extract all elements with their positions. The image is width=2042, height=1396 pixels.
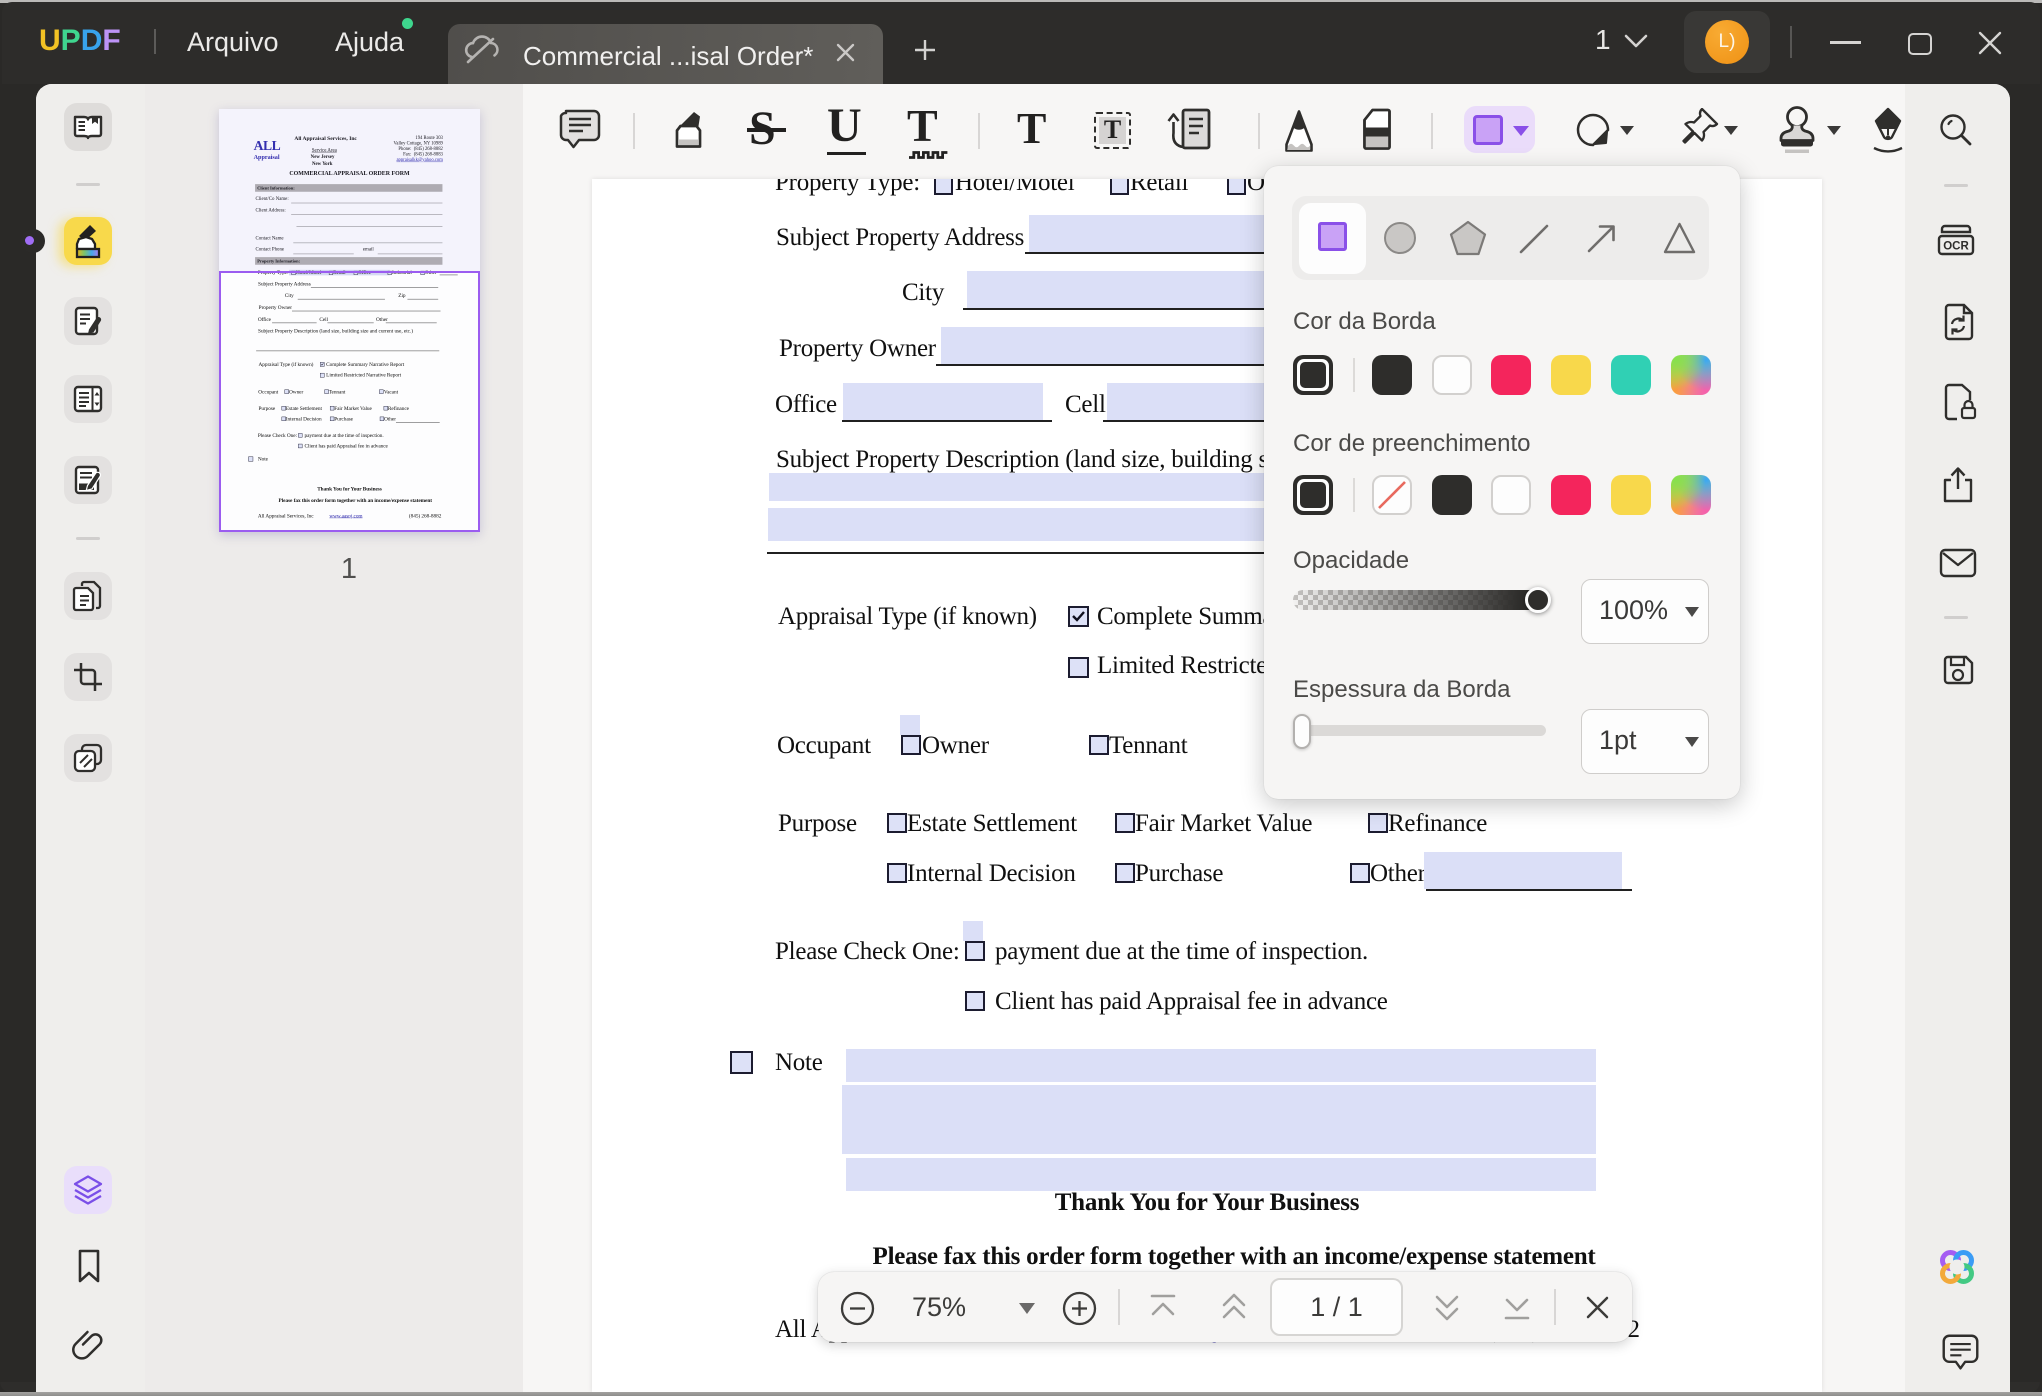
svg-text:OCR: OCR bbox=[1943, 241, 1969, 253]
